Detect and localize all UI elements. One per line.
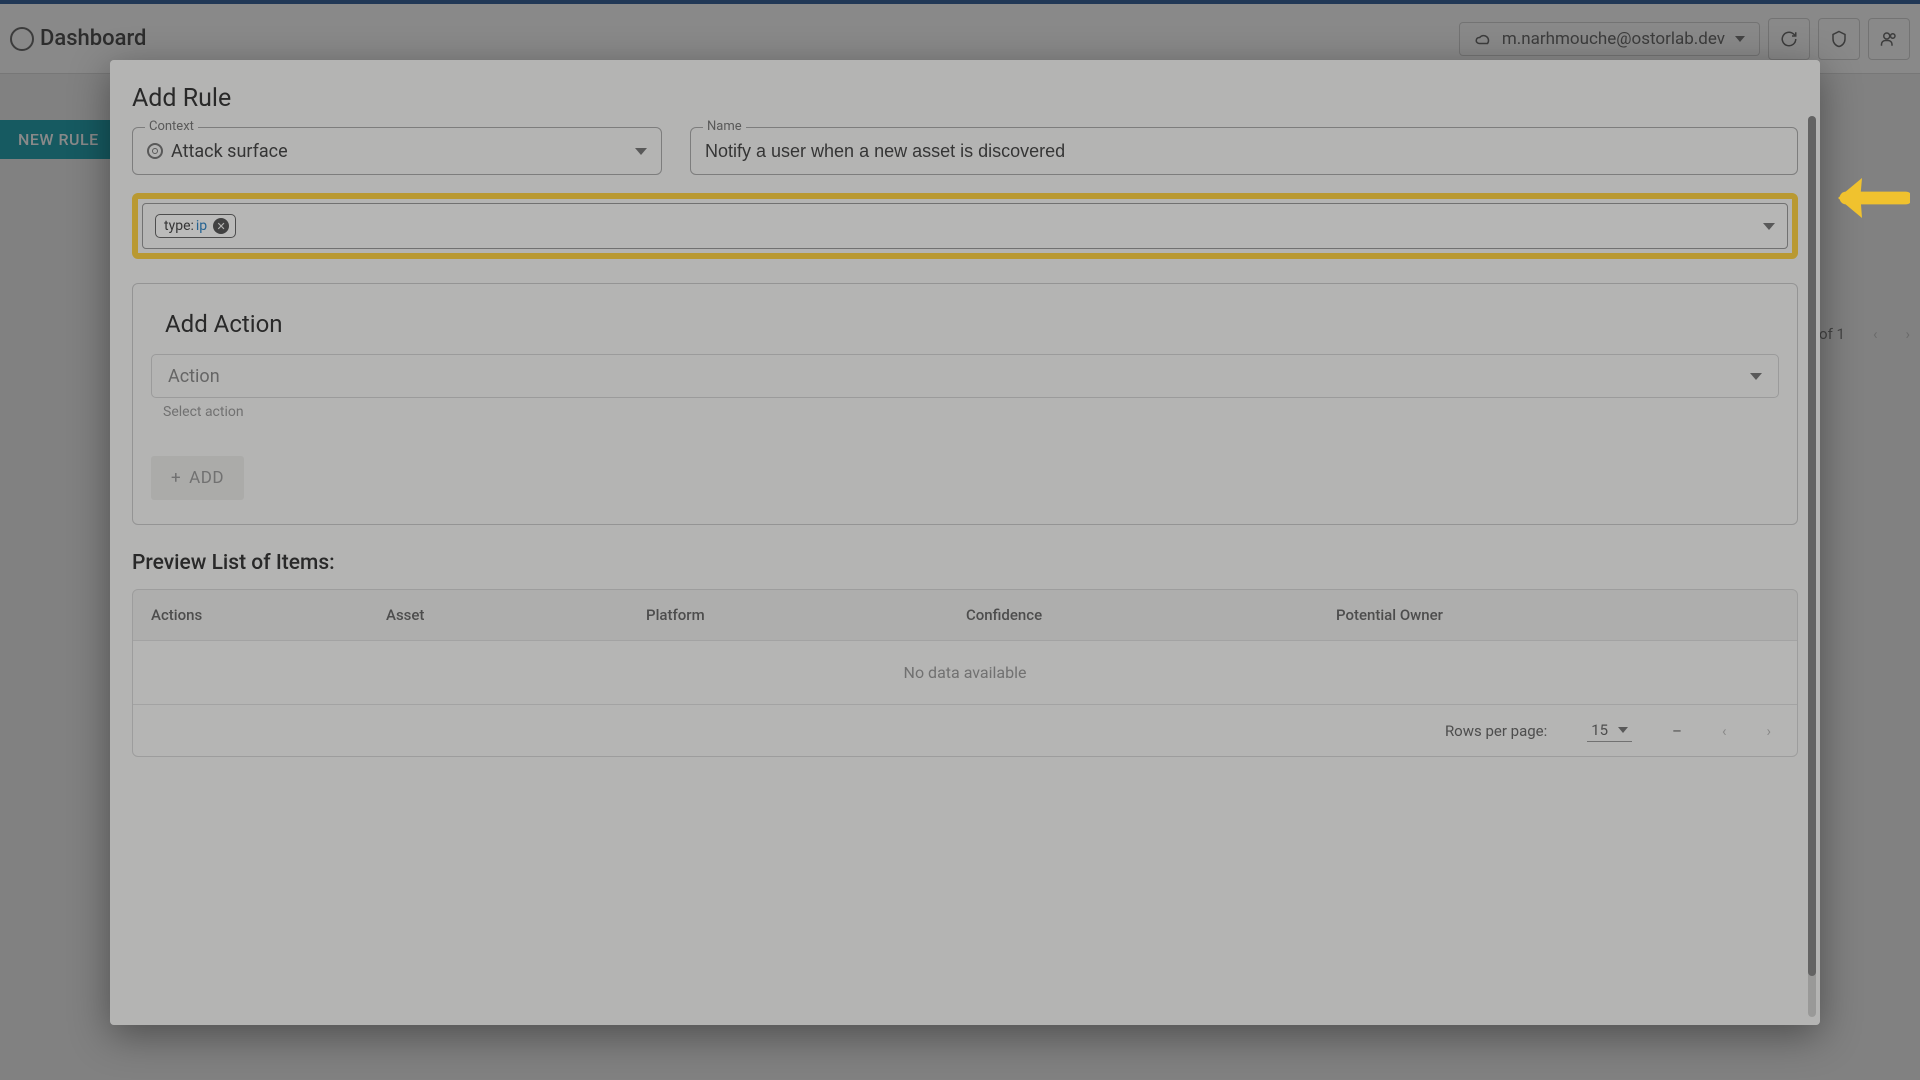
action-helper-text: Select action — [163, 404, 1779, 420]
context-label: Context — [145, 119, 198, 134]
name-field[interactable]: Name — [690, 127, 1798, 175]
chip-key: type: — [164, 218, 194, 234]
rows-per-page-label: Rows per page: — [1445, 722, 1547, 740]
filter-chip-type-ip[interactable]: type:ip ✕ — [155, 214, 236, 238]
chevron-down-icon — [1618, 727, 1628, 733]
col-owner: Potential Owner — [1336, 606, 1779, 624]
rows-per-page-select[interactable]: 15 — [1587, 719, 1632, 742]
modal-title: Add Rule — [132, 84, 1798, 113]
table-header: Actions Asset Platform Confidence Potent… — [133, 590, 1797, 641]
context-value: Attack surface — [147, 141, 288, 162]
annotation-arrow — [1830, 158, 1910, 238]
preview-table: Actions Asset Platform Confidence Potent… — [132, 589, 1798, 757]
add-action-button[interactable]: + ADD — [151, 456, 244, 500]
pager-prev-icon[interactable]: ‹ — [1722, 722, 1727, 740]
chevron-down-icon — [1750, 373, 1762, 380]
add-action-title: Add Action — [165, 310, 1779, 338]
name-label: Name — [703, 119, 746, 134]
add-button-label: ADD — [189, 468, 224, 488]
chevron-down-icon — [635, 148, 647, 155]
rule-basics-row: Context Attack surface Name — [132, 127, 1798, 175]
range-text: – — [1672, 722, 1682, 740]
context-value-text: Attack surface — [171, 141, 288, 162]
action-placeholder: Action — [168, 366, 220, 387]
filter-highlight: type:ip ✕ — [132, 193, 1798, 259]
chevron-down-icon — [1763, 223, 1775, 230]
add-rule-modal: Add Rule Context Attack surface Name typ… — [110, 60, 1820, 1025]
modal-scrollbar[interactable] — [1808, 116, 1816, 1017]
col-asset: Asset — [386, 606, 646, 624]
chip-value: ip — [196, 218, 207, 234]
plus-icon: + — [171, 468, 181, 488]
target-icon — [147, 143, 163, 159]
col-confidence: Confidence — [966, 606, 1336, 624]
context-select[interactable]: Context Attack surface — [132, 127, 662, 175]
pager-next-icon[interactable]: › — [1766, 722, 1771, 740]
filter-select[interactable]: type:ip ✕ — [142, 203, 1788, 249]
action-select[interactable]: Action — [151, 354, 1779, 398]
add-action-card: Add Action Action Select action + ADD — [132, 283, 1798, 525]
preview-title: Preview List of Items: — [132, 551, 1798, 575]
col-actions: Actions — [151, 606, 386, 624]
col-platform: Platform — [646, 606, 966, 624]
chip-remove-icon[interactable]: ✕ — [213, 218, 229, 234]
table-pager: ‹ › — [1722, 722, 1771, 740]
table-footer: Rows per page: 15 – ‹ › — [133, 705, 1797, 756]
table-empty-state: No data available — [133, 641, 1797, 705]
rows-per-page-value: 15 — [1591, 721, 1608, 739]
scrollbar-thumb[interactable] — [1808, 116, 1816, 976]
name-input[interactable] — [705, 141, 1783, 162]
